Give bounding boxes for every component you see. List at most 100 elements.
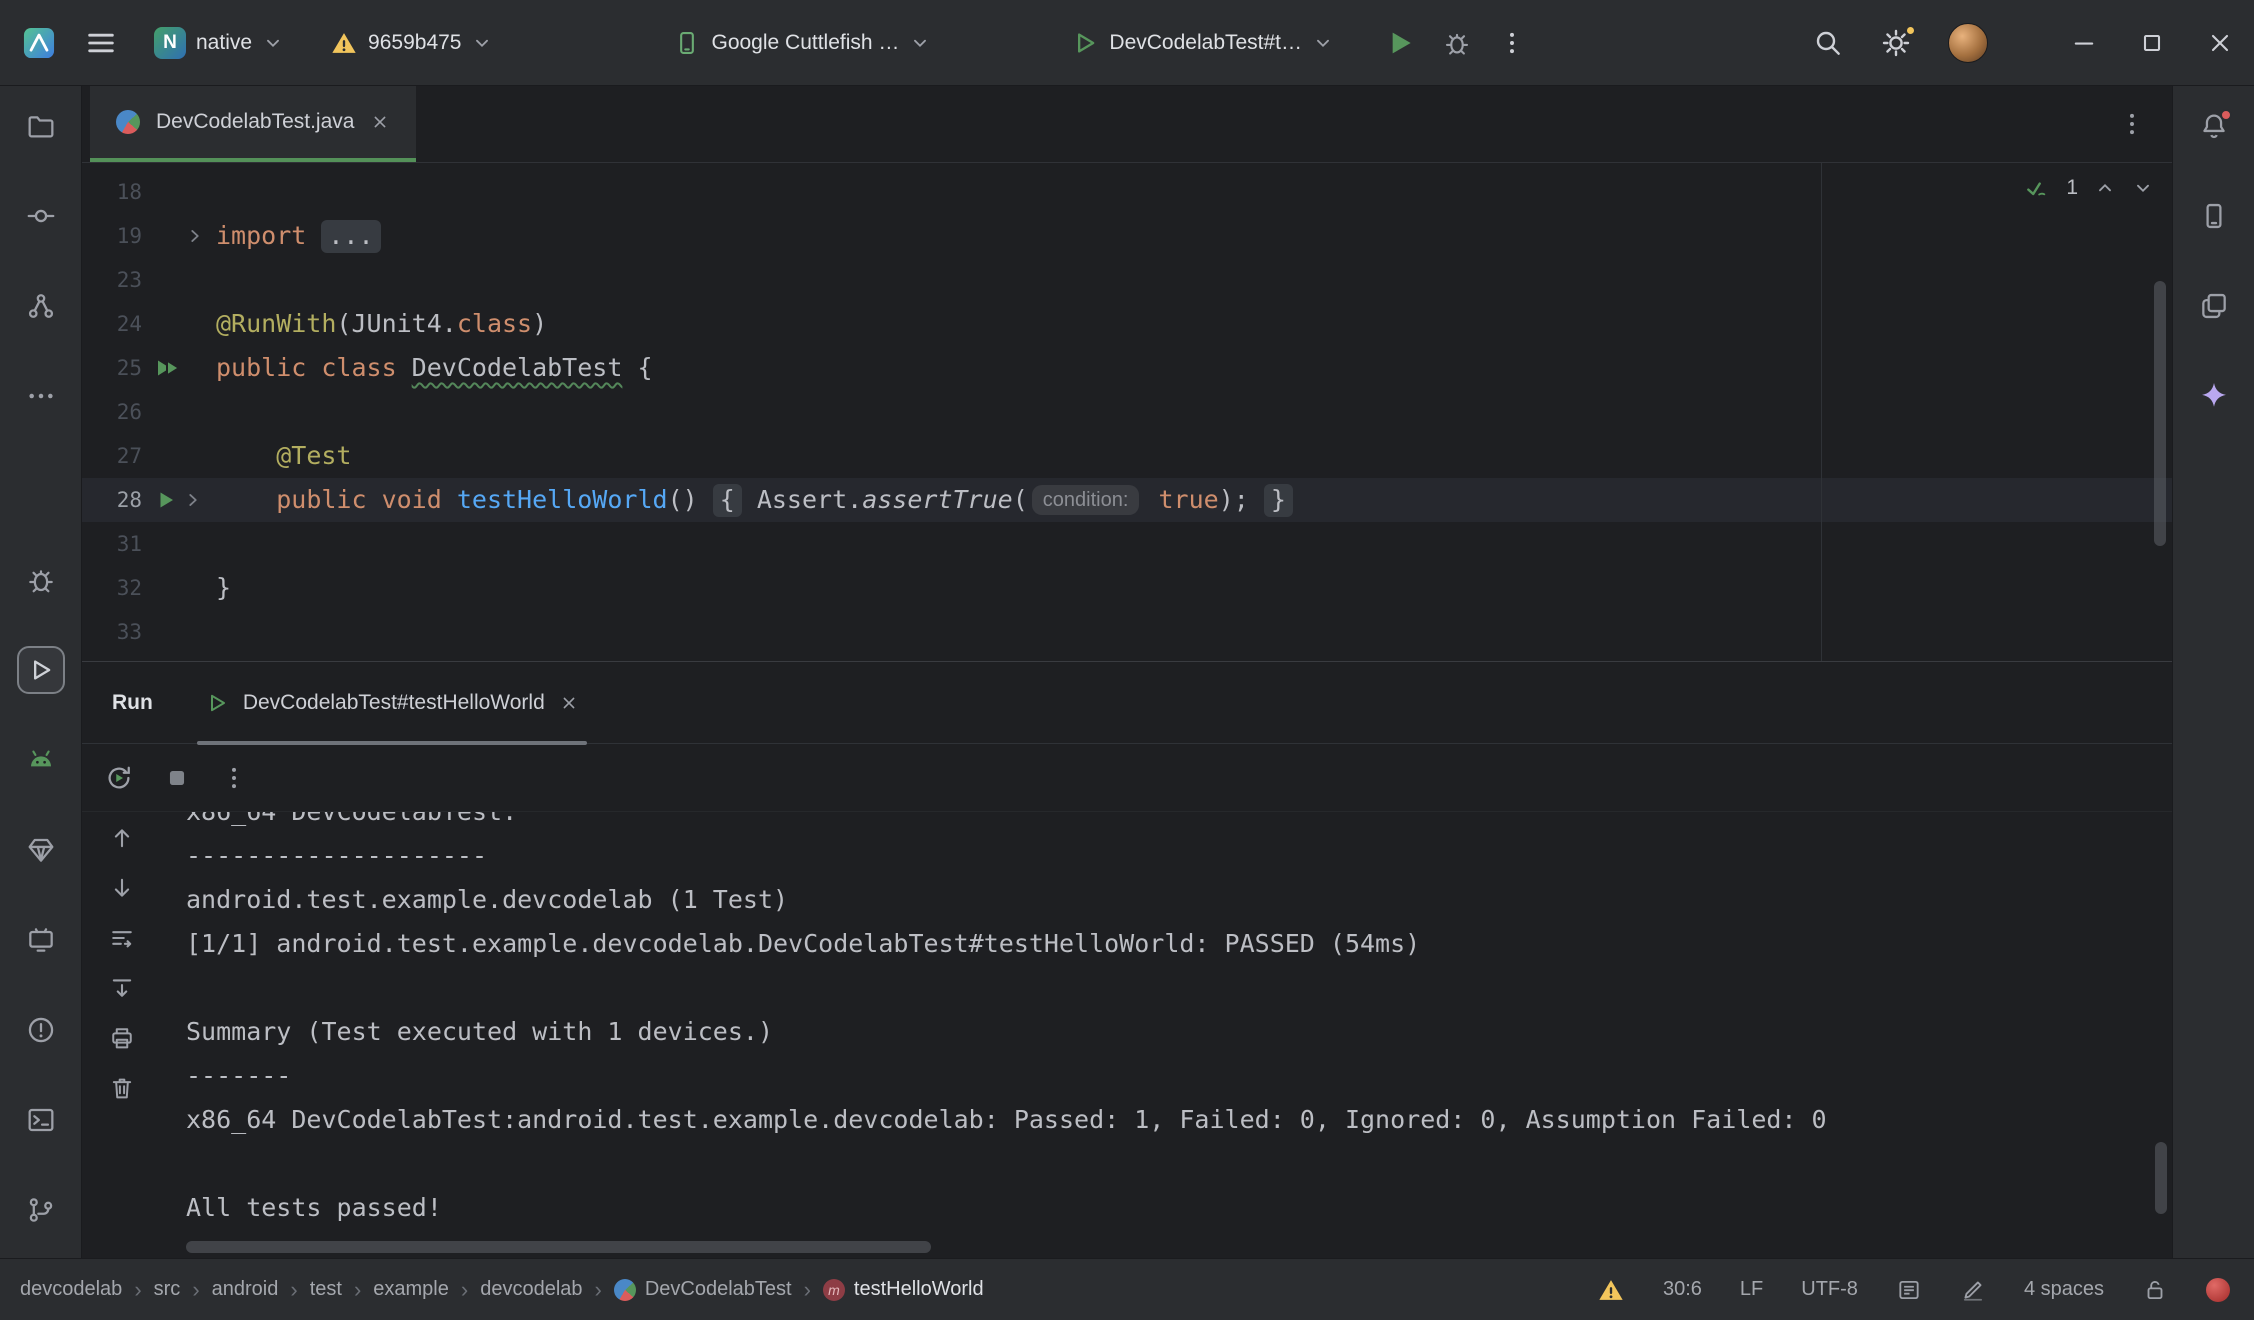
build-variants-button[interactable] bbox=[2190, 282, 2238, 330]
reader-mode-icon bbox=[1896, 1277, 1922, 1303]
soft-wrap-button[interactable] bbox=[108, 924, 136, 952]
inspections-widget[interactable]: 1 bbox=[2024, 175, 2154, 201]
problems-indicator[interactable] bbox=[1597, 1276, 1625, 1304]
layers-icon bbox=[2198, 290, 2230, 322]
terminal-tool-button[interactable] bbox=[17, 1096, 65, 1144]
code-line[interactable]: 19import ... bbox=[82, 214, 2172, 258]
run-all-tests-icon[interactable] bbox=[154, 356, 182, 380]
run-tab[interactable]: DevCodelabTest#testHelloWorld bbox=[197, 662, 587, 744]
code-line[interactable]: 25public class DevCodelabTest { bbox=[82, 346, 2172, 390]
console-more-button[interactable] bbox=[220, 764, 248, 792]
search-button[interactable] bbox=[1812, 27, 1844, 59]
fold-chevron-icon[interactable] bbox=[184, 225, 206, 247]
rerun-button[interactable] bbox=[104, 763, 134, 793]
more-tools-button[interactable] bbox=[17, 372, 65, 420]
code-line[interactable]: 18 bbox=[82, 170, 2172, 214]
reader-mode-button[interactable] bbox=[1896, 1277, 1922, 1303]
logcat-tool-button[interactable] bbox=[17, 736, 65, 784]
console-v-scrollbar[interactable] bbox=[2155, 1142, 2167, 1214]
breadcrumb-item[interactable]: example bbox=[373, 1278, 449, 1301]
run-button[interactable] bbox=[1384, 27, 1416, 59]
gemini-button[interactable] bbox=[2190, 372, 2238, 420]
project-tool-button[interactable] bbox=[17, 102, 65, 150]
error-indicator-icon[interactable] bbox=[2206, 1278, 2230, 1302]
code-line[interactable]: 32} bbox=[82, 566, 2172, 610]
fold-chevron-icon[interactable] bbox=[182, 489, 204, 511]
tabbar-more-button[interactable] bbox=[2118, 86, 2172, 162]
breadcrumb-item[interactable]: src bbox=[154, 1278, 181, 1301]
breadcrumb-item[interactable]: android bbox=[212, 1278, 279, 1301]
console-h-scrollbar[interactable] bbox=[186, 1241, 931, 1253]
hamburger-icon bbox=[84, 26, 118, 60]
settings-button[interactable] bbox=[1880, 27, 1912, 59]
file-lock-button[interactable] bbox=[2142, 1277, 2168, 1303]
breadcrumb-item[interactable]: mtestHelloWorld bbox=[823, 1278, 984, 1301]
run-tool-button[interactable] bbox=[17, 646, 65, 694]
main-menu-button[interactable] bbox=[84, 26, 118, 60]
device-explorer-button[interactable] bbox=[2190, 192, 2238, 240]
running-devices-tool-button[interactable] bbox=[17, 916, 65, 964]
run-tab-close-button[interactable] bbox=[559, 693, 579, 713]
code-line[interactable]: 28 public void testHelloWorld() { Assert… bbox=[82, 478, 2172, 522]
android-studio-window: N native 9659b475 Google Cuttlefish … De… bbox=[0, 0, 2254, 1320]
code-line[interactable]: 27 @Test bbox=[82, 434, 2172, 478]
editor-surface[interactable]: 1819import ...2324@RunWith(JUnit4.class)… bbox=[82, 163, 2172, 661]
minimize-button[interactable] bbox=[2070, 29, 2098, 57]
encoding-widget[interactable]: UTF-8 bbox=[1801, 1278, 1858, 1301]
kebab-icon bbox=[2118, 110, 2146, 138]
close-button[interactable] bbox=[2206, 29, 2234, 57]
console-line bbox=[186, 966, 2172, 1010]
vcs-widget[interactable]: 9659b475 bbox=[320, 21, 503, 65]
chevron-up-icon bbox=[2094, 177, 2116, 199]
stop-button[interactable] bbox=[164, 765, 190, 791]
prev-problem-button[interactable] bbox=[2094, 177, 2116, 199]
project-badge: N bbox=[154, 27, 186, 59]
debug-button[interactable] bbox=[1442, 28, 1472, 58]
run-toolbar bbox=[82, 744, 2172, 812]
breadcrumb-item[interactable]: test bbox=[310, 1278, 342, 1301]
project-selector[interactable]: N native bbox=[144, 19, 294, 67]
code-line[interactable]: 33 bbox=[82, 610, 2172, 654]
print-button[interactable] bbox=[108, 1024, 136, 1052]
indent-widget[interactable]: 4 spaces bbox=[2024, 1278, 2104, 1301]
code-line[interactable]: 24@RunWith(JUnit4.class) bbox=[82, 302, 2172, 346]
code-line[interactable]: 26 bbox=[82, 390, 2172, 434]
caret-position[interactable]: 30:6 bbox=[1663, 1278, 1702, 1301]
notifications-button[interactable] bbox=[2190, 102, 2238, 150]
console-line bbox=[186, 1142, 2172, 1186]
scroll-to-end-button[interactable] bbox=[108, 974, 136, 1002]
avatar[interactable] bbox=[1948, 23, 1988, 63]
scroll-up-button[interactable] bbox=[108, 824, 136, 852]
problems-tool-button[interactable] bbox=[17, 1006, 65, 1054]
next-problem-button[interactable] bbox=[2132, 177, 2154, 199]
breadcrumb: devcodelab›src›android›test›example›devc… bbox=[20, 1277, 984, 1303]
editor-tab[interactable]: DevCodelabTest.java bbox=[90, 86, 416, 162]
highlighting-level-button[interactable] bbox=[1960, 1277, 1986, 1303]
clear-console-button[interactable] bbox=[108, 1074, 136, 1102]
title-bar-left: N native 9659b475 bbox=[20, 19, 503, 67]
breadcrumb-item[interactable]: DevCodelabTest bbox=[614, 1278, 792, 1301]
line-number: 25 bbox=[82, 356, 144, 380]
console-output[interactable]: x86_64 DevCodelabTest:------------------… bbox=[162, 812, 2172, 1258]
tab-close-button[interactable] bbox=[370, 112, 390, 132]
breadcrumb-label: test bbox=[310, 1278, 342, 1301]
app-insights-tool-button[interactable] bbox=[17, 826, 65, 874]
code-line[interactable]: 31 bbox=[82, 522, 2172, 566]
play-icon bbox=[1384, 27, 1416, 59]
debug-tool-button[interactable] bbox=[17, 556, 65, 604]
run-test-icon[interactable] bbox=[154, 488, 178, 512]
rerun-icon bbox=[104, 763, 134, 793]
line-separator-widget[interactable]: LF bbox=[1740, 1278, 1763, 1301]
maximize-button[interactable] bbox=[2138, 29, 2166, 57]
breadcrumb-item[interactable]: devcodelab bbox=[20, 1278, 122, 1301]
breadcrumb-item[interactable]: devcodelab bbox=[480, 1278, 582, 1301]
more-actions-button[interactable] bbox=[1498, 29, 1526, 57]
commit-tool-button[interactable] bbox=[17, 192, 65, 240]
scroll-down-button[interactable] bbox=[108, 874, 136, 902]
editor-scrollbar[interactable] bbox=[2154, 281, 2166, 546]
code-line[interactable]: 23 bbox=[82, 258, 2172, 302]
run-config-selector[interactable]: DevCodelabTest#t… bbox=[1061, 21, 1344, 65]
structure-tool-button[interactable] bbox=[17, 282, 65, 330]
device-selector[interactable]: Google Cuttlefish … bbox=[663, 21, 941, 65]
version-control-tool-button[interactable] bbox=[17, 1186, 65, 1234]
